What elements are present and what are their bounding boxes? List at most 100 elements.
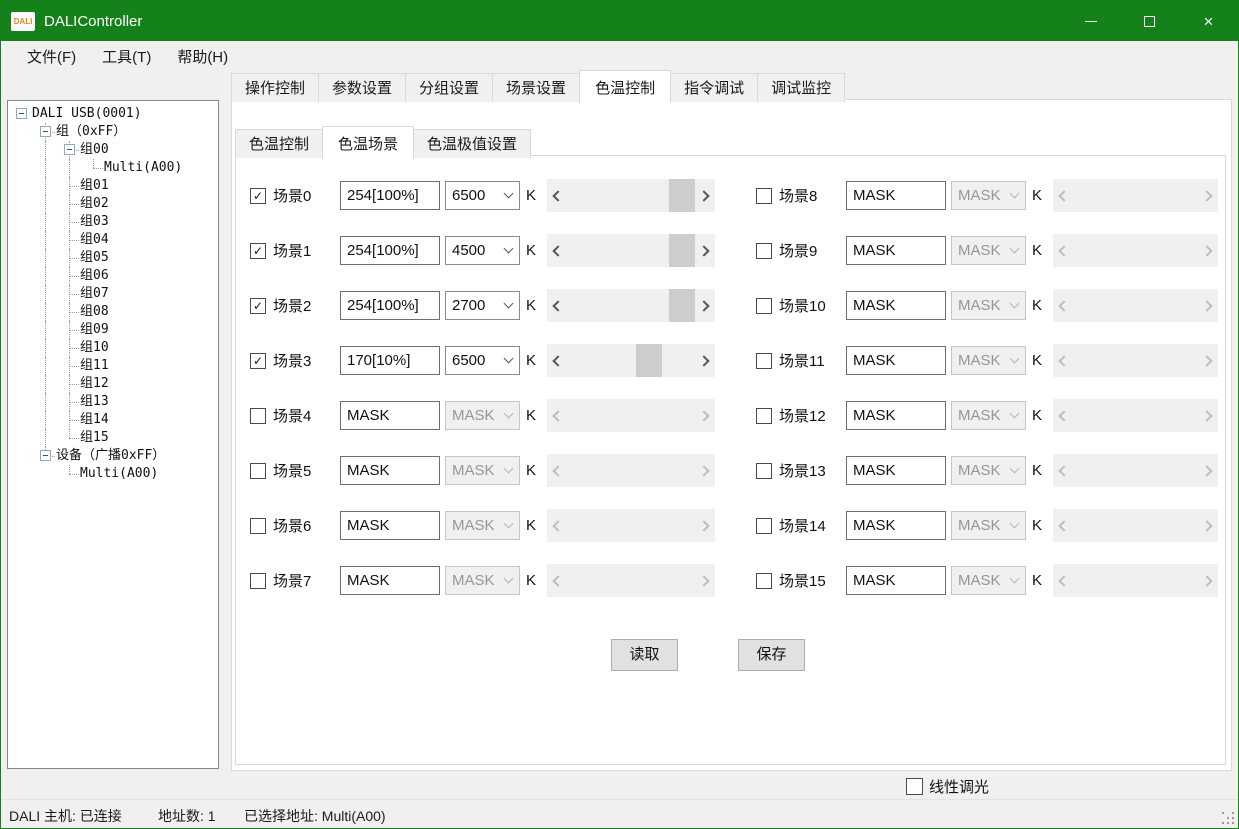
- scene-checkbox[interactable]: ✓: [250, 298, 266, 314]
- main-tab[interactable]: 色温控制: [579, 70, 671, 103]
- chevron-left-icon[interactable]: [547, 234, 567, 267]
- tree-item[interactable]: 组13: [8, 393, 218, 411]
- tree-item[interactable]: 组02: [8, 195, 218, 213]
- tree-item[interactable]: 组08: [8, 303, 218, 321]
- scene-level-scrollbar[interactable]: [547, 289, 715, 322]
- chevron-right-icon[interactable]: [695, 234, 715, 267]
- scene-level-scrollbar[interactable]: [547, 344, 715, 377]
- scene-level-input[interactable]: [340, 566, 440, 595]
- tree-item[interactable]: 组00: [8, 141, 218, 159]
- scene-kelvin-dropdown[interactable]: 6500: [445, 181, 520, 210]
- tree-item[interactable]: Multi(A00): [8, 465, 218, 483]
- scene-kelvin-dropdown[interactable]: 6500: [445, 346, 520, 375]
- scene-checkbox[interactable]: ✓: [250, 188, 266, 204]
- scene-checkbox[interactable]: [756, 573, 772, 589]
- scene-level-input[interactable]: [340, 456, 440, 485]
- scene-level-input[interactable]: [846, 291, 946, 320]
- scene-level-input[interactable]: [846, 511, 946, 540]
- tree-item[interactable]: 组09: [8, 321, 218, 339]
- tree-collapse-icon[interactable]: [40, 450, 51, 461]
- tree-item[interactable]: DALI USB(0001): [8, 105, 218, 123]
- scene-level-input[interactable]: [340, 291, 440, 320]
- tree-item[interactable]: 组07: [8, 285, 218, 303]
- scene-level-input[interactable]: [846, 181, 946, 210]
- maximize-button[interactable]: [1120, 1, 1179, 41]
- scene-level-input[interactable]: [340, 511, 440, 540]
- tree-item[interactable]: 组04: [8, 231, 218, 249]
- scrollbar-track[interactable]: [567, 179, 695, 212]
- main-tab[interactable]: 指令调试: [670, 73, 758, 102]
- scrollbar-track[interactable]: [567, 344, 695, 377]
- tree-item[interactable]: Multi(A00): [8, 159, 218, 177]
- menu-item[interactable]: 工具(T): [89, 42, 164, 71]
- scene-checkbox[interactable]: [756, 188, 772, 204]
- scene-checkbox[interactable]: [756, 243, 772, 259]
- scene-checkbox[interactable]: [250, 518, 266, 534]
- scrollbar-thumb[interactable]: [669, 289, 695, 322]
- tree-item[interactable]: 设备（广播0xFF）: [8, 447, 218, 465]
- sub-tab[interactable]: 色温控制: [235, 129, 323, 158]
- sub-tab[interactable]: 色温极值设置: [413, 129, 531, 158]
- scene-checkbox[interactable]: [756, 353, 772, 369]
- tree-collapse-icon[interactable]: [40, 126, 51, 137]
- scene-level-input[interactable]: [846, 456, 946, 485]
- scrollbar-track[interactable]: [567, 289, 695, 322]
- scene-checkbox[interactable]: [756, 518, 772, 534]
- tree-collapse-icon[interactable]: [64, 144, 75, 155]
- read-button[interactable]: 读取: [611, 639, 678, 671]
- scene-checkbox[interactable]: [756, 408, 772, 424]
- main-tab[interactable]: 参数设置: [318, 73, 406, 102]
- scene-kelvin-dropdown[interactable]: 4500: [445, 236, 520, 265]
- scene-level-input[interactable]: [340, 181, 440, 210]
- tree-item[interactable]: 组（0xFF）: [8, 123, 218, 141]
- chevron-left-icon[interactable]: [547, 344, 567, 377]
- tree-item[interactable]: 组15: [8, 429, 218, 447]
- menu-item[interactable]: 帮助(H): [164, 42, 241, 71]
- scene-checkbox[interactable]: [250, 573, 266, 589]
- tree-item[interactable]: 组01: [8, 177, 218, 195]
- scrollbar-track[interactable]: [567, 234, 695, 267]
- tree-collapse-icon[interactable]: [16, 108, 27, 119]
- scene-checkbox[interactable]: [756, 463, 772, 479]
- scrollbar-thumb[interactable]: [669, 179, 695, 212]
- scene-checkbox[interactable]: [250, 463, 266, 479]
- menu-item[interactable]: 文件(F): [14, 42, 89, 71]
- scene-level-input[interactable]: [340, 401, 440, 430]
- chevron-right-icon[interactable]: [695, 289, 715, 322]
- scene-level-input[interactable]: [846, 401, 946, 430]
- scene-level-input[interactable]: [340, 236, 440, 265]
- scene-level-input[interactable]: [340, 346, 440, 375]
- scene-checkbox[interactable]: ✓: [250, 353, 266, 369]
- scrollbar-thumb[interactable]: [636, 344, 662, 377]
- scene-level-input[interactable]: [846, 566, 946, 595]
- main-tab[interactable]: 操作控制: [231, 73, 319, 102]
- scene-checkbox[interactable]: [756, 298, 772, 314]
- scene-level-input[interactable]: [846, 346, 946, 375]
- tree-item[interactable]: 组12: [8, 375, 218, 393]
- save-button[interactable]: 保存: [738, 639, 805, 671]
- scene-kelvin-dropdown[interactable]: 2700: [445, 291, 520, 320]
- tree-item[interactable]: 组10: [8, 339, 218, 357]
- tree-item[interactable]: 组14: [8, 411, 218, 429]
- chevron-left-icon[interactable]: [547, 179, 567, 212]
- tree-item[interactable]: 组03: [8, 213, 218, 231]
- chevron-right-icon[interactable]: [695, 179, 715, 212]
- close-button[interactable]: ×: [1179, 1, 1238, 41]
- scene-checkbox[interactable]: ✓: [250, 243, 266, 259]
- scene-level-scrollbar[interactable]: [547, 179, 715, 212]
- chevron-right-icon[interactable]: [695, 344, 715, 377]
- tree-item[interactable]: 组06: [8, 267, 218, 285]
- main-tab[interactable]: 场景设置: [492, 73, 580, 102]
- tree-item[interactable]: 组11: [8, 357, 218, 375]
- linear-dimming-checkbox[interactable]: [906, 778, 923, 795]
- resize-grip[interactable]: [1222, 812, 1234, 824]
- tree-item[interactable]: 组05: [8, 249, 218, 267]
- scene-level-input[interactable]: [846, 236, 946, 265]
- chevron-left-icon[interactable]: [547, 289, 567, 322]
- scene-checkbox[interactable]: [250, 408, 266, 424]
- sub-tab[interactable]: 色温场景: [322, 126, 414, 159]
- minimize-button[interactable]: [1061, 1, 1120, 41]
- main-tab[interactable]: 分组设置: [405, 73, 493, 102]
- scene-level-scrollbar[interactable]: [547, 234, 715, 267]
- main-tab[interactable]: 调试监控: [757, 73, 845, 102]
